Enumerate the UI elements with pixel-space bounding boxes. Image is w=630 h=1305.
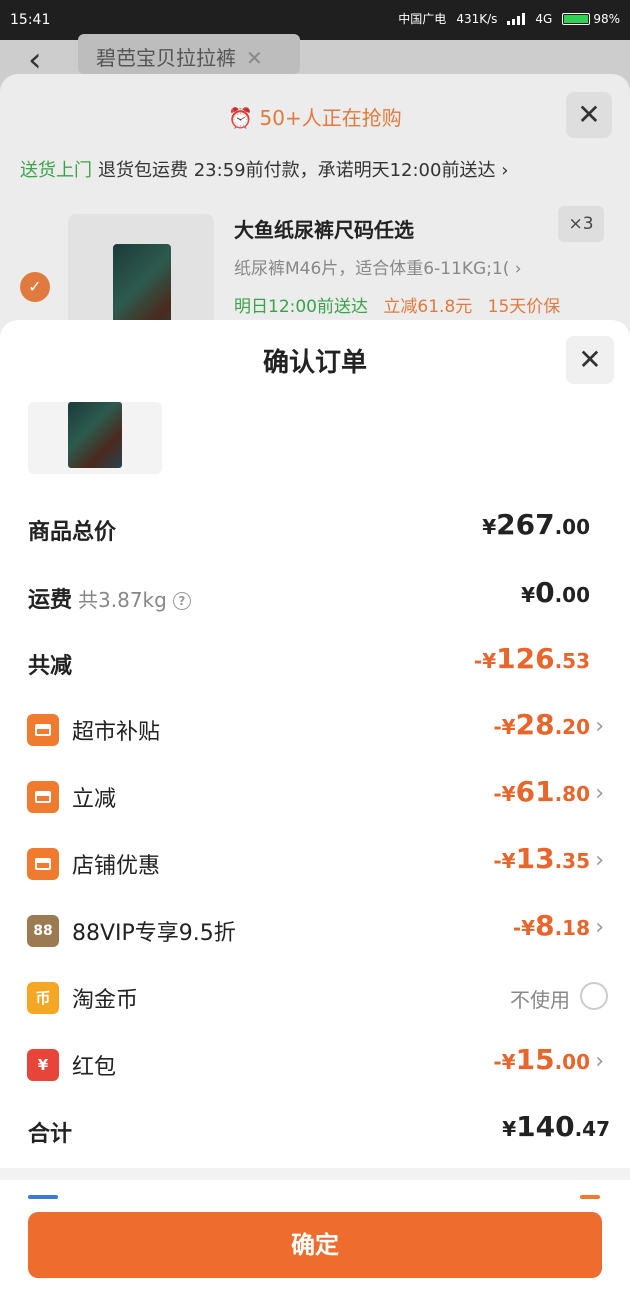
row-88vip[interactable]: 88 88VIP专享9.5折 -¥8.18 › (0, 909, 630, 953)
status-right: 中国广电 431K/s 4G 98% (398, 10, 620, 27)
product-title: 大鱼纸尿裤尺码任选 (234, 218, 414, 242)
product-tags: 明日12:00前送达 立减61.8元 15天价保 (234, 292, 570, 317)
close-button[interactable]: ✕ (566, 336, 614, 384)
row-total-discount: 共减 -¥126.53 (0, 642, 630, 686)
close-icon[interactable]: ✕ (566, 92, 612, 138)
quantity-badge[interactable]: ×3 (558, 206, 604, 242)
row-taojinbi[interactable]: 币 淘金币 不使用 (0, 976, 630, 1020)
row-red-packet[interactable]: ¥ 红包 -¥15.00 › (0, 1043, 630, 1087)
redpacket-amount: -¥15.00 (493, 1043, 590, 1076)
battery-level: 98% (593, 11, 620, 26)
tag-delivery: 明日12:00前送达 (234, 297, 368, 317)
supermarket-label: 超市补贴 (72, 720, 161, 745)
clear-icon[interactable]: ✕ (246, 46, 263, 70)
close-icon: ✕ (578, 343, 602, 376)
tag-price-protect: 15天价保 (487, 297, 561, 317)
status-time: 15:41 (10, 12, 51, 28)
confirm-button[interactable]: 确定 (28, 1212, 602, 1278)
chevron-right-icon: › (595, 848, 604, 873)
shipping-label: 运费 共3.87kg? (28, 582, 191, 614)
delivery-info[interactable]: 送货上门 退货包运费 23:59前付款，承诺明天12:00前送达 › (20, 156, 508, 182)
product-thumbnail (28, 402, 162, 474)
store-icon (27, 781, 59, 813)
shipping-weight: 共3.87kg (78, 588, 167, 612)
delivery-tag: 送货上门 (20, 160, 92, 181)
row-sum: 合计 ¥140.47 (0, 1110, 630, 1154)
redpacket-label: 红包 (72, 1055, 117, 1080)
search-chip-text: 碧芭宝贝拉拉裤 (96, 46, 236, 70)
store-label: 店铺优惠 (72, 854, 161, 879)
store-icon (27, 848, 59, 880)
signal-icon (507, 12, 526, 25)
chevron-right-icon: › (595, 781, 604, 806)
total-discount-label: 共减 (28, 654, 73, 679)
battery-icon: 98% (562, 12, 620, 26)
tag-discount: 立减61.8元 (383, 297, 473, 317)
row-instant-discount[interactable]: 立减 -¥61.80 › (0, 775, 630, 819)
payment-radio-peek (580, 1195, 600, 1199)
search-chip[interactable]: 碧芭宝贝拉拉裤 ✕ (78, 34, 300, 74)
sum-amount: ¥140.47 (502, 1110, 610, 1143)
section-divider (0, 1168, 630, 1180)
store-amount: -¥13.35 (493, 842, 590, 875)
payment-option-peek (28, 1195, 58, 1199)
chevron-right-icon: › (595, 1049, 604, 1074)
selected-check-icon[interactable]: ✓ (20, 272, 50, 302)
sheet-title: 确认订单 (262, 348, 367, 378)
total-goods-label: 商品总价 (28, 520, 117, 545)
status-carrier: 中国广电 (398, 12, 447, 26)
row-store-discount[interactable]: 店铺优惠 -¥13.35 › (0, 842, 630, 886)
chevron-right-icon: › (595, 714, 604, 739)
status-speed: 431K/s (456, 11, 498, 26)
red-packet-icon: ¥ (27, 1049, 59, 1081)
instant-amount: -¥61.80 (493, 775, 590, 808)
total-goods-amount: ¥267.00 (482, 508, 590, 541)
store-icon (27, 714, 59, 746)
vip-label: 88VIP专享9.5折 (72, 921, 236, 946)
supermarket-amount: -¥28.20 (493, 708, 590, 741)
chevron-right-icon: › (595, 915, 604, 940)
coins-radio[interactable] (580, 982, 608, 1010)
sum-label: 合计 (28, 1122, 73, 1147)
vip-icon: 88 (27, 915, 59, 947)
delivery-text: 退货包运费 23:59前付款，承诺明天12:00前送达 (98, 160, 496, 181)
shipping-amount: ¥0.00 (521, 576, 590, 609)
coins-label: 淘金币 (72, 988, 139, 1013)
total-discount-amount: -¥126.53 (473, 642, 590, 675)
row-shipping: 运费 共3.87kg? ¥0.00 (0, 576, 630, 620)
coin-icon: 币 (27, 982, 59, 1014)
confirm-order-sheet: 确认订单 ✕ 商品总价 ¥267.00 运费 共3.87kg? ¥0.00 共减 … (0, 320, 630, 1305)
status-network: 4G (535, 11, 553, 26)
help-icon[interactable]: ? (172, 592, 191, 610)
product-spec-text: 纸尿裤M46片，适合体重6-11KG;1( (234, 259, 510, 279)
vip-amount: -¥8.18 (512, 909, 590, 942)
row-supermarket-subsidy[interactable]: 超市补贴 -¥28.20 › (0, 708, 630, 752)
promo-banner: ⏰ 50+人正在抢购 (228, 106, 402, 130)
coins-status: 不使用 (510, 988, 570, 1012)
instant-label: 立减 (72, 787, 117, 812)
product-spec[interactable]: 纸尿裤M46片，适合体重6-11KG;1( › (234, 254, 522, 279)
row-total-goods: 商品总价 ¥267.00 (0, 508, 630, 552)
promo-text: 50+人正在抢购 (259, 106, 402, 130)
